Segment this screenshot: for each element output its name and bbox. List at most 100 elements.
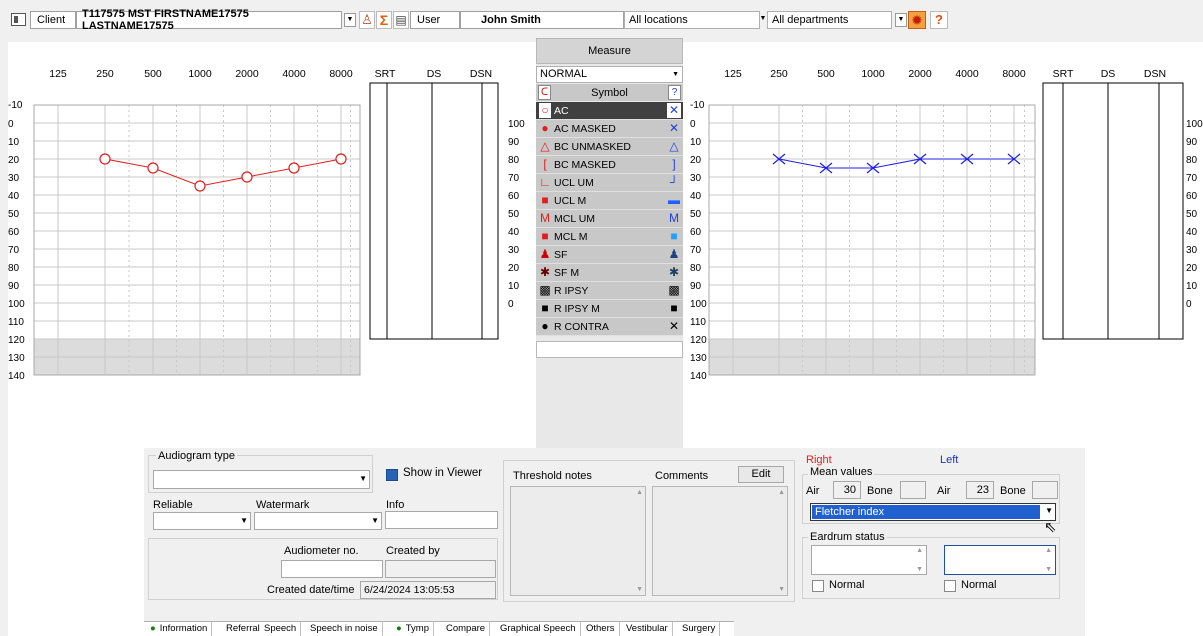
scroll-up-icon[interactable]: ▲ — [778, 489, 785, 496]
symbol-row[interactable]: ■ UCL M ▬ — [536, 192, 683, 210]
symbol-row[interactable]: [BC MASKED] — [536, 156, 683, 174]
help-icon[interactable]: ? — [930, 11, 948, 29]
symbol-row[interactable]: ○ AC ✕ — [536, 102, 683, 120]
symbol-label: R IPSY — [554, 285, 589, 297]
chevron-down-icon: ▼ — [672, 71, 679, 78]
client-name[interactable]: T117575 MST FIRSTNAME17575 LASTNAME17575 — [76, 8, 342, 32]
scroll-down-icon[interactable]: ▼ — [1045, 566, 1052, 573]
scroll-down-icon[interactable]: ▼ — [916, 566, 923, 573]
watermark-label: Watermark — [256, 499, 310, 511]
created-by-label: Created by — [386, 545, 440, 557]
right-symbol-icon: △ — [540, 139, 550, 153]
comments-textarea[interactable]: ▲ ▼ — [652, 486, 788, 596]
symbol-row[interactable]: △ BC UNMASKED △ — [536, 138, 683, 156]
mode-select[interactable]: NORMAL ▼ — [536, 66, 683, 83]
mode-value: NORMAL — [540, 68, 588, 80]
tab-speech[interactable]: Speech — [260, 622, 302, 636]
ac-point-marker[interactable] — [99, 153, 111, 165]
tab-referral[interactable]: Referral — [222, 622, 265, 636]
symbol-row[interactable]: ■ MCL M ■ — [536, 228, 683, 246]
speech-label: SRT — [1053, 68, 1074, 80]
symbol-label: MCL UM — [554, 213, 596, 225]
symbol-row[interactable]: ▩ R IPSY ▩ — [536, 282, 683, 300]
db-label: 120 — [690, 335, 707, 346]
percent-label: 60 — [508, 191, 520, 202]
chevron-down-icon: ▼ — [359, 474, 367, 483]
db-label: 40 — [690, 191, 702, 202]
tab-surgery[interactable]: Surgery — [678, 622, 721, 636]
tab-tymp[interactable]: ● Tymp — [392, 622, 434, 636]
person-icon[interactable]: ♙ — [359, 11, 375, 29]
symbol-header-label: Symbol — [591, 87, 628, 99]
threshold-notes-textarea[interactable]: ▲ ▼ — [510, 486, 646, 596]
audiogram-type-select[interactable]: ▼ — [153, 470, 370, 489]
left-symbol-icon: ✕ — [668, 121, 680, 135]
scroll-down-icon[interactable]: ▼ — [636, 586, 643, 593]
tab-information[interactable]: ● Information — [146, 622, 213, 636]
percent-label: 10 — [508, 281, 520, 292]
percent-label: 20 — [508, 263, 520, 274]
tab-vestibular[interactable]: Vestibular — [622, 622, 673, 636]
sum-icon[interactable]: Σ — [376, 11, 392, 29]
symbol-row[interactable]: M MCL UM M — [536, 210, 683, 228]
ac-point-marker[interactable] — [335, 153, 347, 165]
freq-label: 8000 — [1002, 68, 1026, 80]
speech-panel — [1042, 82, 1184, 340]
list-icon[interactable]: ▤ — [393, 11, 409, 29]
ac-point-marker[interactable] — [288, 162, 300, 174]
symbol-row[interactable]: ∟ UCL UM ┘ — [536, 174, 683, 192]
left-symbol-icon: ■ — [670, 229, 678, 243]
window-icon[interactable] — [11, 13, 26, 26]
scroll-up-icon[interactable]: ▲ — [636, 489, 643, 496]
created-by-input — [385, 560, 496, 578]
right-eardrum-input[interactable]: ▲ ▼ — [811, 545, 927, 575]
chevron-down-icon: ▼ — [371, 516, 379, 525]
departments-select[interactable]: All departments — [767, 11, 892, 29]
tab-label: Speech in noise — [310, 623, 378, 634]
left-normal-checkbox[interactable] — [944, 580, 956, 592]
right-symbol-icon: ● — [541, 121, 549, 135]
tab-graphical-speech[interactable]: Graphical Speech — [496, 622, 581, 636]
measure-button[interactable]: Measure — [536, 38, 683, 64]
audiometer-input[interactable] — [281, 560, 383, 578]
ac-point-marker[interactable] — [241, 171, 253, 183]
show-in-viewer-checkbox[interactable] — [386, 469, 398, 481]
threshold-line — [104, 158, 342, 187]
symbol-row[interactable]: ■ R IPSY M ■ — [536, 300, 683, 318]
ac-point-marker[interactable] — [194, 180, 206, 192]
speech-panel — [369, 82, 499, 340]
percent-label: 80 — [508, 155, 520, 166]
edit-button[interactable]: Edit — [738, 466, 784, 483]
departments-dropdown-button[interactable]: ▼ — [895, 13, 907, 27]
left-air-value: 23 — [966, 481, 994, 499]
watermark-select[interactable]: ▼ — [254, 512, 382, 530]
scroll-up-icon[interactable]: ▲ — [1045, 547, 1052, 554]
symbol-header: ᑕ Symbol ? — [536, 84, 683, 102]
freq-label: 250 — [96, 68, 114, 80]
grid-border — [33, 104, 361, 376]
ac-point-marker[interactable] — [147, 162, 159, 174]
locations-select[interactable]: All locations — [624, 11, 760, 29]
scroll-down-icon[interactable]: ▼ — [778, 586, 785, 593]
settings-gear-icon[interactable]: ✹ — [908, 11, 926, 29]
mean-method-select[interactable]: Fletcher index ▼ — [810, 503, 1056, 521]
db-label: 140 — [690, 371, 707, 382]
symbol-row[interactable]: ✱ SF M ✱ — [536, 264, 683, 282]
right-normal-checkbox[interactable] — [812, 580, 824, 592]
user-name: John Smith — [460, 11, 624, 29]
reliable-select[interactable]: ▼ — [153, 512, 251, 530]
tab-others[interactable]: Others — [582, 622, 620, 636]
client-dropdown-button[interactable]: ▼ — [344, 13, 356, 27]
symbol-row[interactable]: ● R CONTRA ✕ — [536, 318, 683, 336]
speech-label: DS — [1101, 68, 1116, 80]
symbol-row[interactable]: ♟ SF ♟ — [536, 246, 683, 264]
tab-compare[interactable]: Compare — [442, 622, 491, 636]
tab-speech-in-noise[interactable]: Speech in noise — [306, 622, 383, 636]
left-eardrum-input[interactable]: ▲ ▼ — [944, 545, 1056, 575]
left-bone-value — [1032, 481, 1058, 499]
info-input[interactable] — [385, 511, 498, 529]
symbol-row[interactable]: ● AC MASKED ✕ — [536, 120, 683, 138]
percent-label: 80 — [1186, 155, 1198, 166]
tab-label: Compare — [446, 623, 486, 634]
scroll-up-icon[interactable]: ▲ — [916, 547, 923, 554]
